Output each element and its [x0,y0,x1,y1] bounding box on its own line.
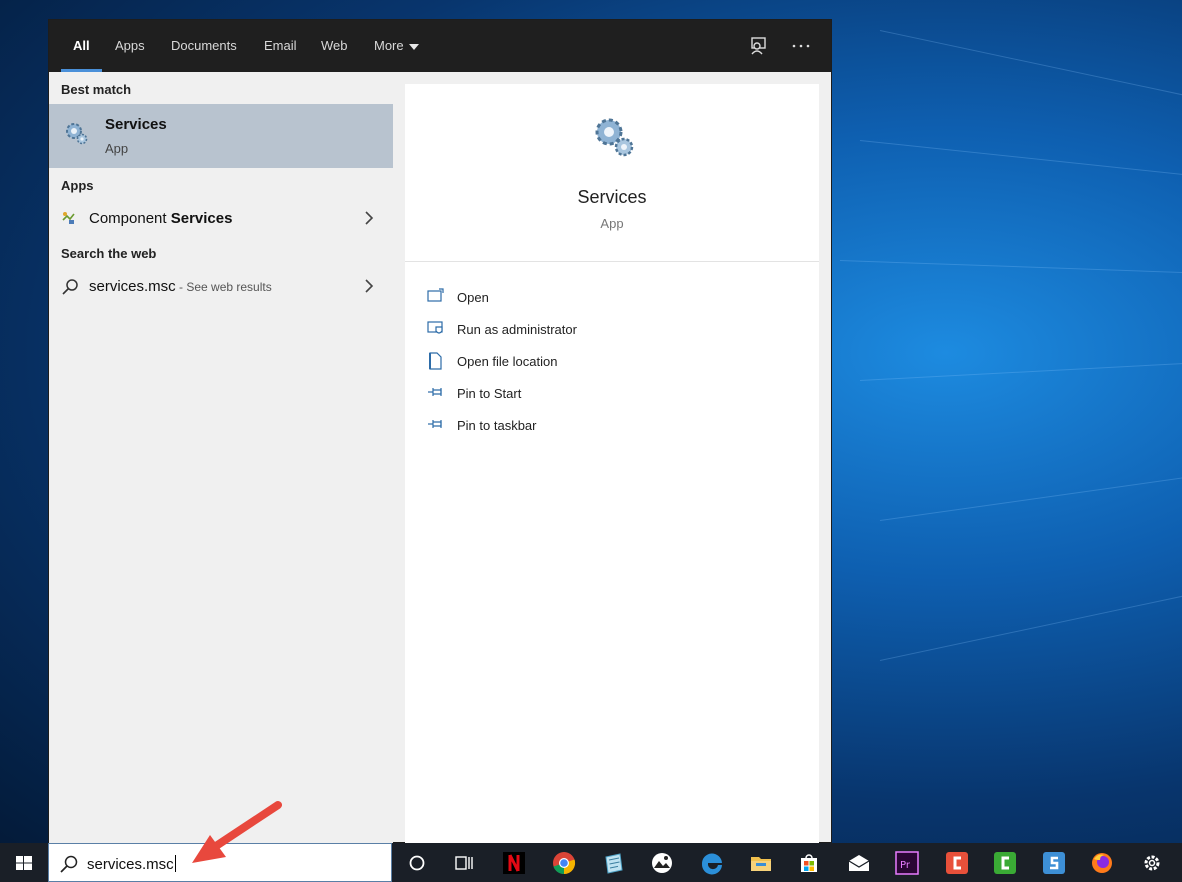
search-input[interactable]: services.msc [87,855,176,873]
best-match-heading: Best match [61,82,132,97]
open-window-icon [427,288,445,309]
mail-icon[interactable] [845,849,873,877]
task-view-icon[interactable] [450,849,478,877]
component-services-icon [61,210,77,231]
tab-more[interactable]: More [362,20,431,72]
taskbar: services.msc Pr [0,843,1182,882]
list-item-web-services-msc[interactable]: services.msc - See web results [49,271,393,303]
camtasia-icon[interactable] [943,849,971,877]
preview-pane: Services App Open Run as administrator O… [405,84,819,843]
chevron-down-icon [408,43,419,50]
search-icon [61,278,79,301]
camtasia-green-icon[interactable] [991,849,1019,877]
store-icon[interactable] [795,849,823,877]
notepad-icon[interactable] [600,849,628,877]
start-search-panel: All Apps Documents Email Web More Best m… [48,19,832,843]
file-location-icon [427,352,445,375]
windows-start-icon[interactable] [10,849,38,877]
photos-icon[interactable] [648,849,676,877]
preview-title: Services [577,187,647,207]
settings-gear-icon[interactable] [1138,849,1166,877]
search-filter-bar: All Apps Documents Email Web More [49,20,831,72]
more-options-icon[interactable] [789,34,813,58]
best-match-services[interactable]: Services App [49,104,393,168]
best-match-subtitle: App [105,141,129,156]
action-open[interactable]: Open [427,286,807,310]
best-match-title: Services [105,116,167,133]
web-hint: - See web results [175,280,272,294]
component-services-prefix: Component [89,210,171,227]
netflix-icon[interactable] [500,849,528,877]
action-run-as-administrator[interactable]: Run as administrator [427,318,807,342]
svg-text:Pr: Pr [900,860,911,871]
chrome-icon[interactable] [550,849,578,877]
apps-heading: Apps [61,178,94,193]
snagit-icon[interactable] [1040,849,1068,877]
tab-documents[interactable]: Documents [159,20,249,72]
services-gear-icon [63,120,89,151]
action-pin-to-start[interactable]: Pin to Start [427,382,807,406]
pin-icon [427,416,445,437]
premiere-icon[interactable]: Pr [893,849,921,877]
search-icon [59,854,79,879]
pin-icon [427,384,445,405]
list-item-component-services[interactable]: Component Services [49,203,393,235]
component-services-bold: Services [170,210,233,227]
file-explorer-icon[interactable] [747,849,775,877]
firefox-icon[interactable] [1088,849,1116,877]
services-gear-icon [590,114,636,165]
edge-icon[interactable] [698,849,726,877]
results-list: Best match Services App Apps Component S… [49,72,393,843]
search-input-value: services.msc [87,856,174,873]
shield-window-icon [427,320,445,341]
action-pin-to-taskbar[interactable]: Pin to taskbar [427,414,807,438]
tab-web[interactable]: Web [309,20,360,72]
chevron-right-icon[interactable] [361,278,377,299]
web-query: services.msc [89,278,176,295]
feedback-icon[interactable] [747,34,771,58]
chevron-right-icon[interactable] [361,210,377,231]
tab-email[interactable]: Email [252,20,309,72]
tab-apps[interactable]: Apps [103,20,157,72]
text-caret [174,855,176,872]
search-web-heading: Search the web [61,246,157,261]
tab-all[interactable]: All [61,20,102,72]
preview-header: Services App [405,84,819,262]
annotation-arrow-icon [180,795,290,880]
preview-subtitle: App [600,216,624,231]
action-open-file-location[interactable]: Open file location [427,350,807,374]
cortana-icon[interactable] [403,849,431,877]
